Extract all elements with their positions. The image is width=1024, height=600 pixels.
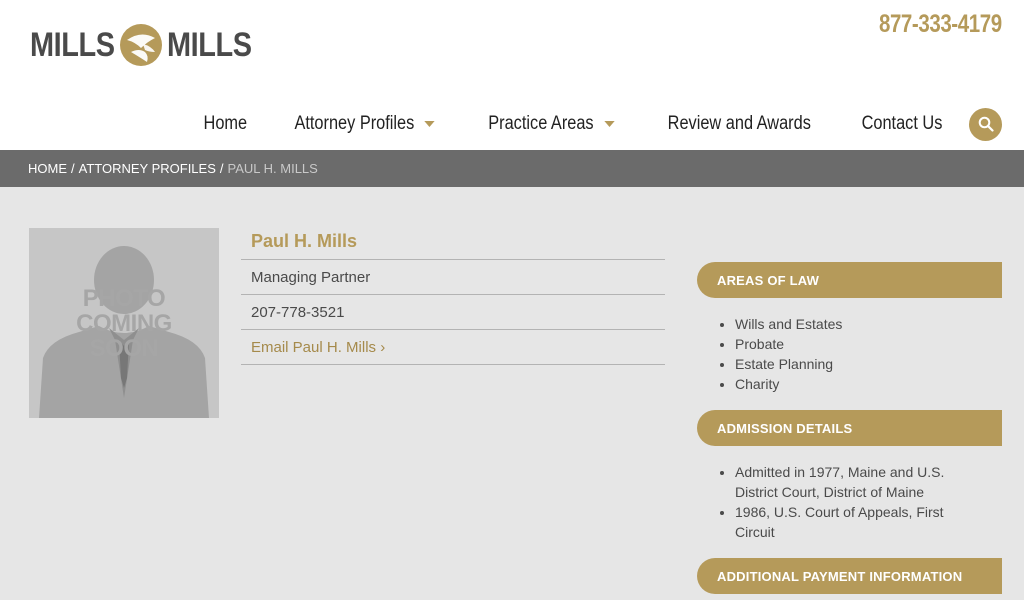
- nav-item-review-and-awards[interactable]: Review and Awards: [668, 113, 811, 135]
- logo-text-right: MILLS: [167, 25, 253, 64]
- list-item: Charity: [735, 374, 1002, 394]
- list-item: Probate: [735, 334, 1002, 354]
- nav-item-contact-us[interactable]: Contact Us: [862, 113, 943, 135]
- breadcrumb-attorney-profiles[interactable]: ATTORNEY PROFILES: [79, 161, 216, 176]
- site-header: MILLS MILLS 877-333-4179 Home Attorney P…: [0, 0, 1024, 150]
- breadcrumb-separator: /: [219, 161, 224, 176]
- nav-item-label: Review and Awards: [668, 113, 812, 134]
- photo-text-line: PHOTO: [82, 285, 166, 312]
- email-attorney-link[interactable]: Email Paul H. Mills ›: [241, 330, 665, 365]
- attorney-phone[interactable]: 207-778-3521: [241, 295, 665, 330]
- additional-payment-information-heading[interactable]: ADDITIONAL PAYMENT INFORMATION: [697, 558, 1002, 594]
- nav-item-label: Contact Us: [861, 113, 943, 134]
- photo-coming-soon-text: PHOTO COMING SOON: [29, 286, 219, 361]
- photo-text-line: COMING: [76, 310, 172, 337]
- search-button[interactable]: [969, 107, 1002, 141]
- search-icon: [978, 116, 994, 132]
- site-logo[interactable]: MILLS MILLS: [30, 22, 267, 68]
- chevron-down-icon: [603, 121, 615, 127]
- chevron-down-icon: [424, 121, 435, 127]
- breadcrumb-separator: /: [71, 161, 75, 176]
- list-item: 1986, U.S. Court of Appeals, First Circu…: [735, 502, 986, 542]
- nav-item-practice-areas[interactable]: Practice Areas: [488, 113, 615, 135]
- main-nav: Home Attorney Profiles Practice Areas Re…: [200, 106, 1002, 142]
- nav-item-label: Attorney Profiles: [294, 113, 414, 134]
- breadcrumb: HOME / ATTORNEY PROFILES / PAUL H. MILLS: [0, 150, 1024, 187]
- list-item: Admitted in 1977, Maine and U.S. Distric…: [735, 462, 986, 502]
- list-item: Wills and Estates: [735, 314, 1002, 334]
- areas-of-law-heading: AREAS OF LAW: [697, 262, 1002, 298]
- admission-details-list: Admitted in 1977, Maine and U.S. Distric…: [697, 446, 1002, 558]
- attorney-name: Paul H. Mills: [241, 228, 665, 260]
- list-item: Estate Planning: [735, 354, 1002, 374]
- areas-of-law-list: Wills and Estates Probate Estate Plannin…: [697, 298, 1002, 410]
- attorney-profile-details: Paul H. Mills Managing Partner 207-778-3…: [241, 228, 665, 365]
- nav-item-label: Home: [203, 113, 248, 134]
- sidebar: AREAS OF LAW Wills and Estates Probate E…: [697, 262, 1002, 594]
- logo-text-left: MILLS: [30, 25, 115, 64]
- admission-details-heading: ADMISSION DETAILS: [697, 410, 1002, 446]
- nav-item-label: Practice Areas: [488, 113, 594, 134]
- nav-item-attorney-profiles[interactable]: Attorney Profiles: [294, 113, 435, 135]
- photo-text-line: SOON: [89, 335, 159, 362]
- attorney-title: Managing Partner: [241, 260, 665, 295]
- breadcrumb-home[interactable]: HOME: [28, 161, 67, 176]
- attorney-photo-placeholder: PHOTO COMING SOON: [29, 228, 219, 418]
- breadcrumb-current: PAUL H. MILLS: [227, 161, 318, 176]
- header-phone[interactable]: 877-333-4179: [879, 10, 1002, 39]
- logo-emblem-icon: [120, 24, 163, 66]
- nav-item-home[interactable]: Home: [203, 113, 247, 135]
